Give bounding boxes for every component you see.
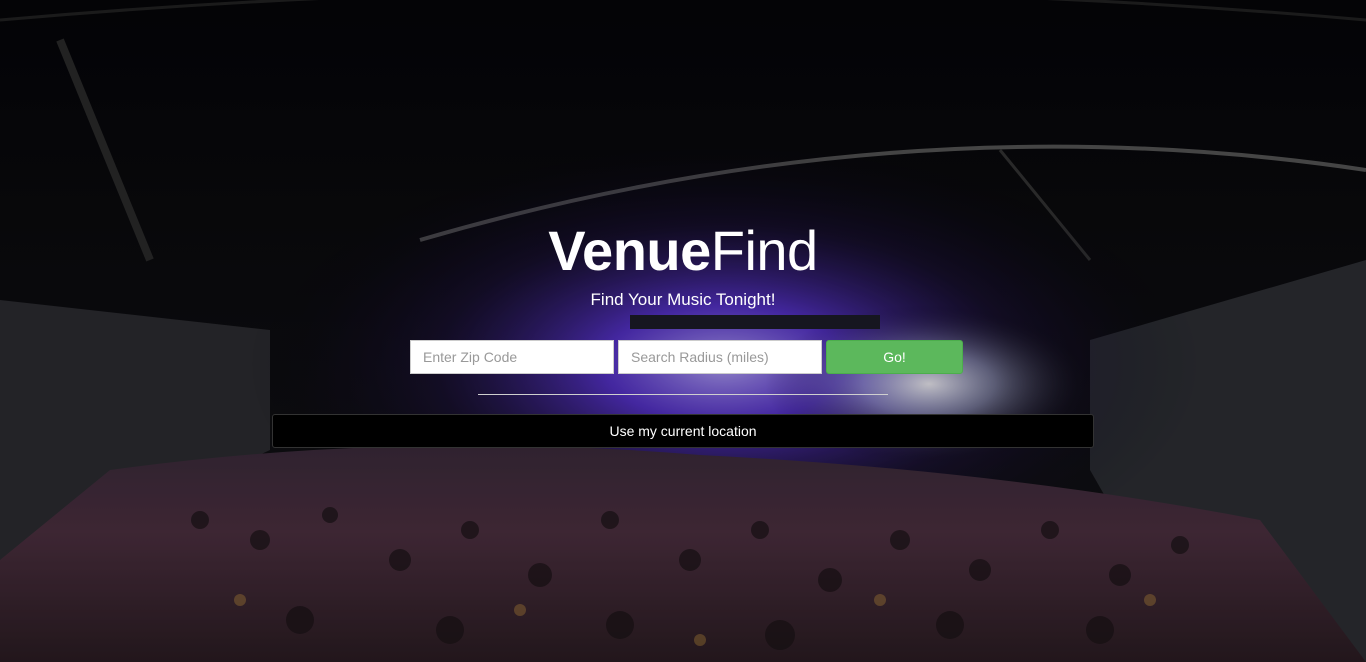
search-form: Go!: [410, 340, 963, 374]
use-current-location-button[interactable]: Use my current location: [272, 414, 1094, 448]
go-button[interactable]: Go!: [826, 340, 963, 374]
logo-bold-text: Venue: [548, 219, 711, 282]
search-panel: VenueFind Find Your Music Tonight! Go! U…: [0, 0, 1366, 662]
search-radius-input[interactable]: [618, 340, 822, 374]
hero-section: VenueFind Find Your Music Tonight! Go! U…: [0, 0, 1366, 662]
site-logo: VenueFind: [0, 218, 1366, 284]
zip-code-input[interactable]: [410, 340, 614, 374]
logo-light-text: Find: [710, 219, 818, 282]
divider: [478, 394, 888, 395]
tagline: Find Your Music Tonight!: [590, 290, 776, 309]
